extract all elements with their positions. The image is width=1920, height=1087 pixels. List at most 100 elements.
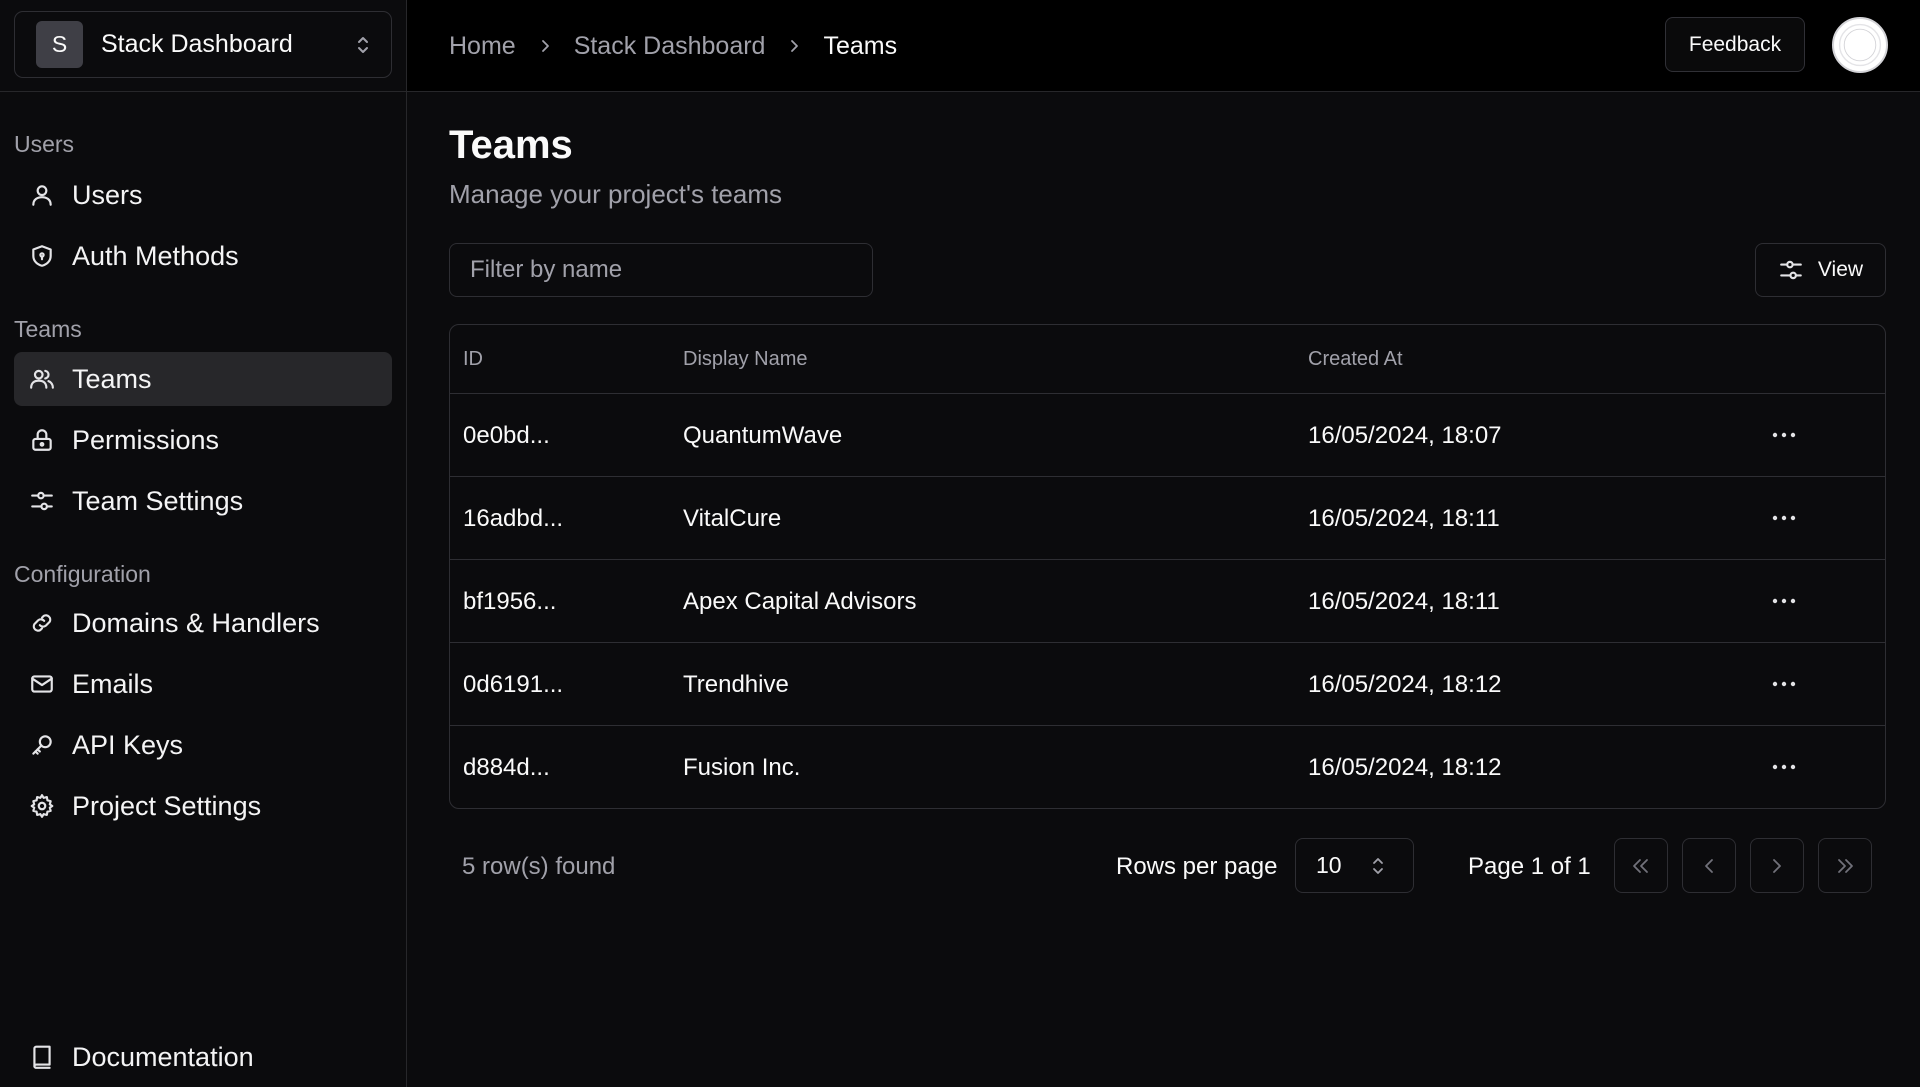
sidebar-item-label: Users [72, 179, 143, 210]
project-avatar: S [36, 21, 83, 68]
sidebar-item-users[interactable]: Users [14, 168, 392, 222]
app-window: S Stack Dashboard Users Users Auth Metho… [0, 0, 1920, 1087]
gear-icon [26, 790, 58, 822]
sidebar-item-documentation[interactable]: Documentation [14, 1030, 392, 1084]
cell-id: d884d... [463, 753, 550, 781]
rows-per-page-value: 10 [1316, 852, 1342, 878]
project-switcher-area: S Stack Dashboard [0, 0, 406, 92]
breadcrumb-current: Teams [823, 31, 898, 60]
sidebar-item-auth-methods[interactable]: Auth Methods [14, 229, 392, 283]
rows-per-page-select[interactable]: 10 [1295, 838, 1414, 893]
first-page-button[interactable] [1614, 838, 1668, 893]
row-actions-button[interactable] [1765, 416, 1803, 454]
sidebar-item-label: API Keys [72, 729, 184, 760]
sidebar-item-label: Domains & Handlers [72, 607, 320, 638]
cell-id: 0e0bd... [463, 421, 550, 449]
page-title: Teams [449, 123, 573, 167]
table-row[interactable]: bf1956... Apex Capital Advisors 16/05/20… [450, 560, 1885, 643]
more-horizontal-icon [1772, 432, 1796, 438]
previous-page-button[interactable] [1682, 838, 1736, 893]
rows-found-count: 5 row(s) found [462, 853, 616, 880]
sidebar-item-domains-handlers[interactable]: Domains & Handlers [14, 596, 392, 650]
sidebar-item-label: Permissions [72, 424, 220, 455]
mail-icon [26, 668, 58, 700]
users-icon [26, 363, 58, 395]
teams-table: ID Display Name Created At 0e0bd... Quan… [449, 324, 1886, 809]
chevron-left-icon [1705, 858, 1713, 873]
chevron-up-down-icon [358, 36, 368, 53]
sidebar-item-team-settings[interactable]: Team Settings [14, 474, 392, 528]
avatar-image [1838, 23, 1882, 67]
table-row[interactable]: d884d... Fusion Inc. 16/05/2024, 18:12 [450, 726, 1885, 808]
filter-input[interactable] [449, 243, 873, 297]
cell-created-at: 16/05/2024, 18:07 [1308, 421, 1502, 449]
book-icon [26, 1041, 58, 1073]
sidebar: S Stack Dashboard Users Users Auth Metho… [0, 0, 407, 1087]
cell-created-at: 16/05/2024, 18:11 [1308, 587, 1500, 615]
cell-id: 0d6191... [463, 670, 564, 698]
sidebar-item-project-settings[interactable]: Project Settings [14, 779, 392, 833]
chevron-right-icon [1773, 858, 1781, 873]
cell-display-name: Apex Capital Advisors [683, 587, 917, 615]
chevron-right-icon [765, 39, 823, 53]
cell-display-name: Fusion Inc. [683, 753, 801, 781]
sidebar-item-api-keys[interactable]: API Keys [14, 718, 392, 772]
last-page-button[interactable] [1818, 838, 1872, 893]
more-horizontal-icon [1772, 681, 1796, 687]
row-actions-button[interactable] [1765, 748, 1803, 786]
more-horizontal-icon [1772, 764, 1796, 770]
user-icon [26, 179, 58, 211]
rows-per-page-label: Rows per page [1116, 853, 1278, 880]
section-label-teams: Teams [14, 316, 82, 342]
next-page-button[interactable] [1750, 838, 1804, 893]
key-icon [26, 729, 58, 761]
cell-created-at: 16/05/2024, 18:11 [1308, 504, 1500, 532]
chevron-right-icon [516, 39, 574, 53]
view-label: View [1817, 258, 1864, 281]
cell-id: 16adbd... [463, 504, 564, 532]
sidebar-item-label: Project Settings [72, 790, 262, 821]
cell-display-name: QuantumWave [683, 421, 843, 449]
main-content: Teams Manage your project's teams View I… [407, 93, 1920, 1087]
sidebar-item-teams[interactable]: Teams [14, 352, 392, 406]
chevrons-left-icon [1633, 858, 1648, 873]
row-actions-button[interactable] [1765, 665, 1803, 703]
column-header-display-name[interactable]: Display Name [683, 325, 807, 394]
row-actions-button[interactable] [1765, 499, 1803, 537]
link-icon [26, 607, 58, 639]
section-label-users: Users [14, 131, 75, 157]
feedback-button[interactable]: Feedback [1665, 17, 1805, 72]
cell-created-at: 16/05/2024, 18:12 [1308, 670, 1502, 698]
chevrons-right-icon [1838, 858, 1853, 873]
cell-display-name: Trendhive [683, 670, 789, 698]
sidebar-item-label: Auth Methods [72, 240, 239, 271]
cell-created-at: 16/05/2024, 18:12 [1308, 753, 1502, 781]
more-horizontal-icon [1772, 515, 1796, 521]
sidebar-item-permissions[interactable]: Permissions [14, 413, 392, 467]
section-label-configuration: Configuration [14, 561, 151, 587]
sidebar-item-label: Team Settings [72, 485, 244, 516]
table-row[interactable]: 0d6191... Trendhive 16/05/2024, 18:12 [450, 643, 1885, 726]
page-subtitle: Manage your project's teams [449, 179, 783, 209]
cell-id: bf1956... [463, 587, 557, 615]
sidebar-item-label: Teams [72, 363, 152, 394]
sidebar-item-label: Documentation [72, 1041, 254, 1072]
sidebar-item-label: Emails [72, 668, 154, 699]
project-switcher[interactable]: S Stack Dashboard [14, 11, 392, 78]
table-row[interactable]: 0e0bd... QuantumWave 16/05/2024, 18:07 [450, 394, 1885, 477]
breadcrumb-project[interactable]: Stack Dashboard [574, 32, 766, 61]
column-header-created-at[interactable]: Created At [1308, 325, 1403, 394]
breadcrumb-home[interactable]: Home [449, 32, 516, 61]
table-row[interactable]: 16adbd... VitalCure 16/05/2024, 18:11 [450, 477, 1885, 560]
table-header: ID Display Name Created At [450, 325, 1885, 394]
view-options-button[interactable]: View [1755, 243, 1886, 297]
shield-icon [26, 240, 58, 272]
column-header-id[interactable]: ID [463, 325, 483, 394]
avatar[interactable] [1832, 17, 1888, 73]
breadcrumb: Home Stack Dashboard Teams [449, 0, 897, 92]
chevron-up-down-icon [1373, 857, 1383, 874]
sidebar-item-emails[interactable]: Emails [14, 657, 392, 711]
row-actions-button[interactable] [1765, 582, 1803, 620]
lock-icon [26, 424, 58, 456]
settings-sliders-icon [26, 485, 58, 517]
